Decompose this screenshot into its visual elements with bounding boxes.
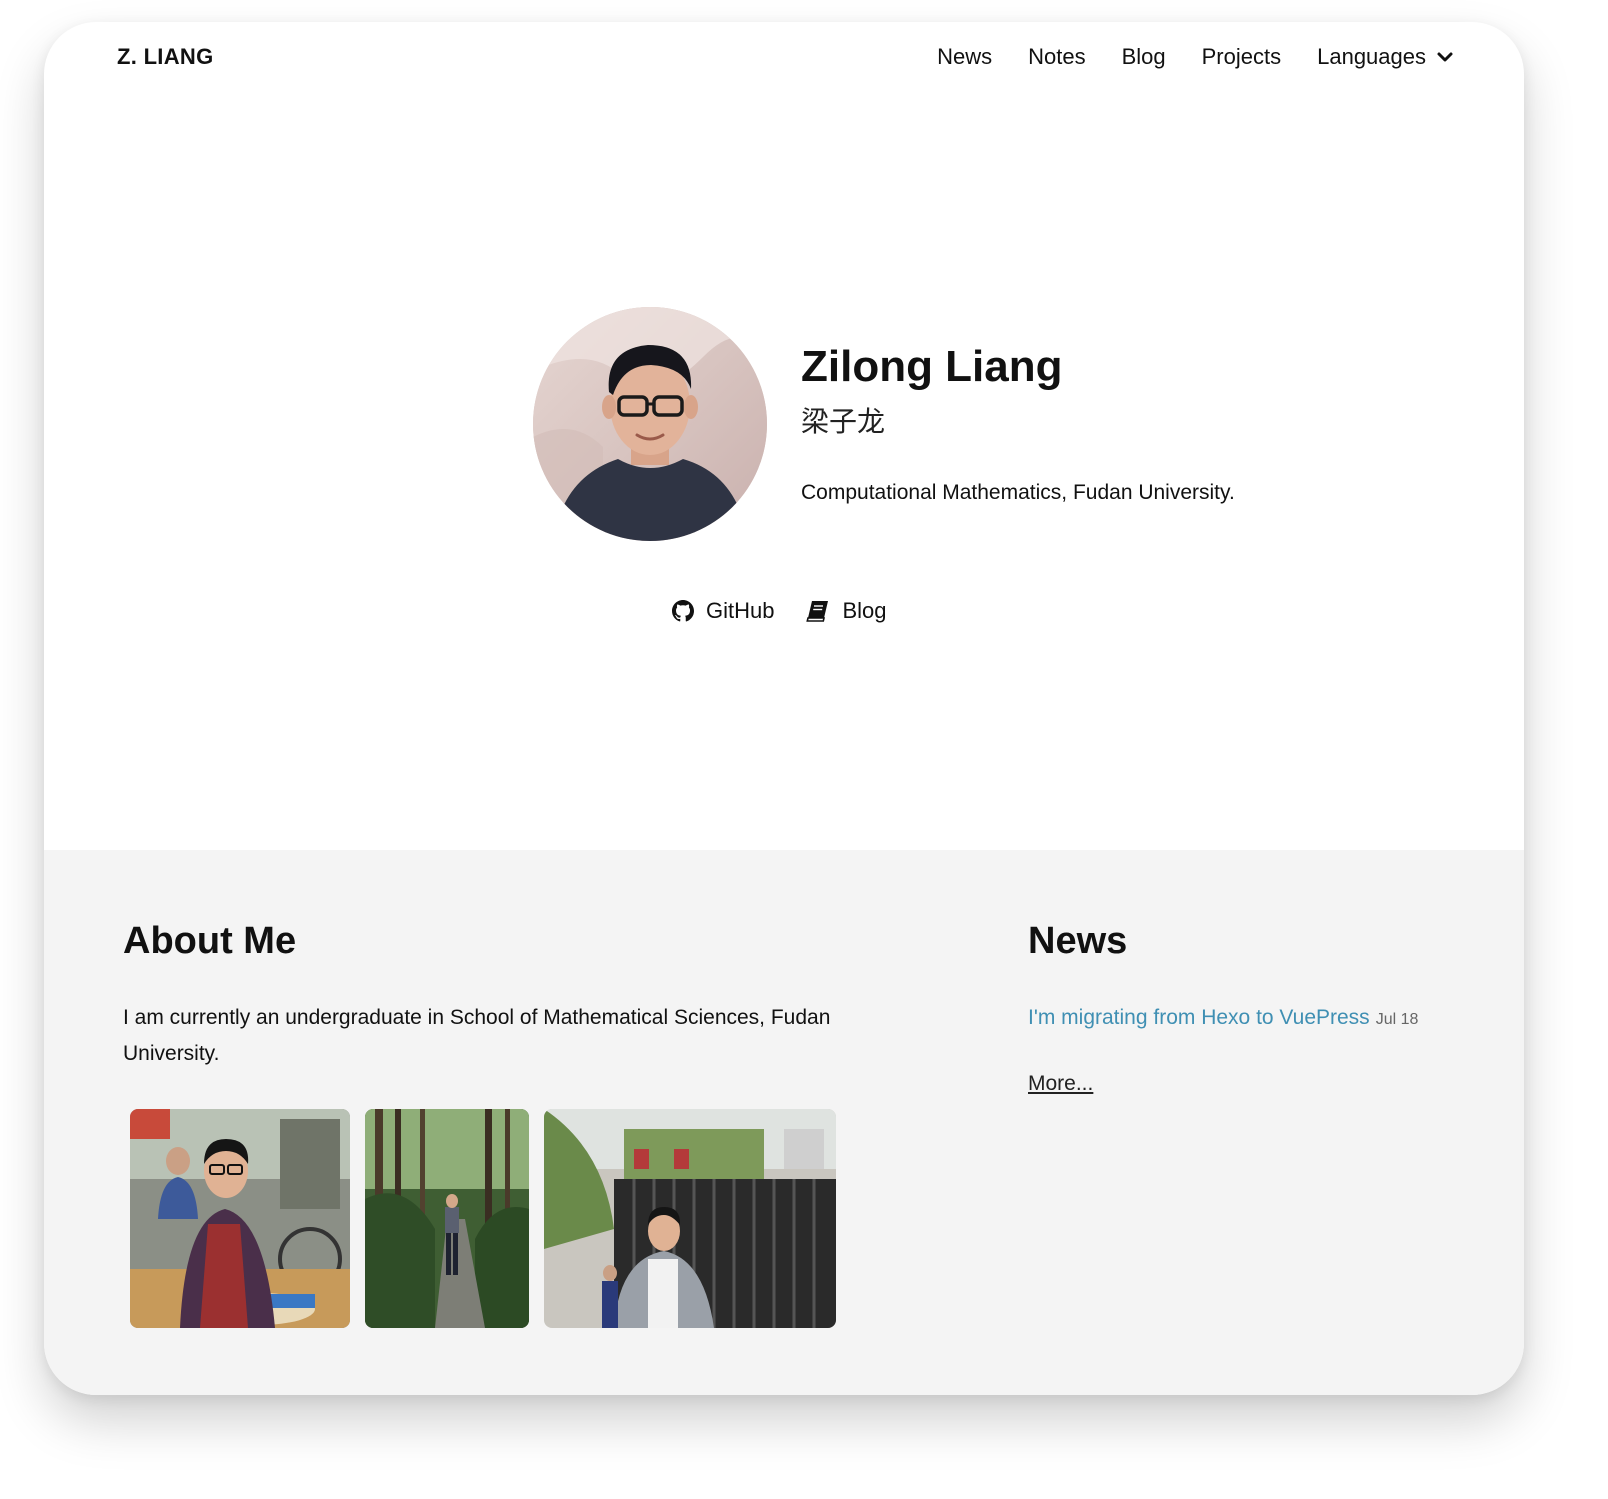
profile-name: Zilong Liang — [801, 342, 1063, 391]
book-icon — [806, 601, 829, 622]
about-me-text: I am currently an undergraduate in Schoo… — [123, 1006, 831, 1065]
nav-item-blog[interactable]: Blog — [1122, 44, 1166, 70]
news-item-link[interactable]: I'm migrating from Hexo to VuePress — [1028, 1006, 1370, 1029]
about-me-heading: About Me — [123, 920, 297, 962]
news-heading: News — [1028, 920, 1128, 962]
github-link[interactable]: GitHub — [672, 598, 774, 624]
nav-item-notes[interactable]: Notes — [1028, 44, 1085, 70]
nav-links: News Notes Blog Projects Languages — [901, 44, 1454, 70]
github-link-label: GitHub — [706, 598, 775, 623]
hero-section: Zilong Liang 梁子龙 Computational Mathemati… — [44, 94, 1524, 850]
content-section: About Me I am currently an undergraduate… — [44, 850, 1524, 1395]
browser-window: Z. LIANG News Notes Blog Projects Langua… — [44, 22, 1524, 1395]
nav-item-news[interactable]: News — [937, 44, 992, 70]
photo-dining — [130, 1109, 350, 1328]
github-icon — [672, 600, 694, 622]
nav-item-projects[interactable]: Projects — [1202, 44, 1281, 70]
blog-link[interactable]: Blog — [806, 598, 887, 624]
news-more-link[interactable]: More... — [1028, 1072, 1093, 1096]
profile-description: Computational Mathematics, Fudan Univers… — [801, 481, 1235, 504]
profile-name-chinese: 梁子龙 — [801, 406, 886, 437]
avatar-portrait-image — [533, 307, 767, 541]
site-brand[interactable]: Z. LIANG — [117, 44, 214, 70]
chevron-down-icon — [1437, 52, 1453, 62]
top-navbar: Z. LIANG News Notes Blog Projects Langua… — [44, 22, 1524, 94]
photo-campus-gate — [544, 1109, 836, 1328]
profile-links: GitHub Blog — [672, 598, 919, 624]
news-item-date: Jul 18 — [1375, 1011, 1419, 1028]
languages-label: Languages — [1317, 44, 1426, 69]
languages-dropdown[interactable]: Languages — [1317, 44, 1454, 70]
news-item: I'm migrating from Hexo to VuePress Jul 1… — [1028, 1000, 1458, 1038]
blog-link-label: Blog — [842, 598, 887, 623]
photo-forest-path — [365, 1109, 529, 1328]
avatar — [533, 307, 767, 541]
